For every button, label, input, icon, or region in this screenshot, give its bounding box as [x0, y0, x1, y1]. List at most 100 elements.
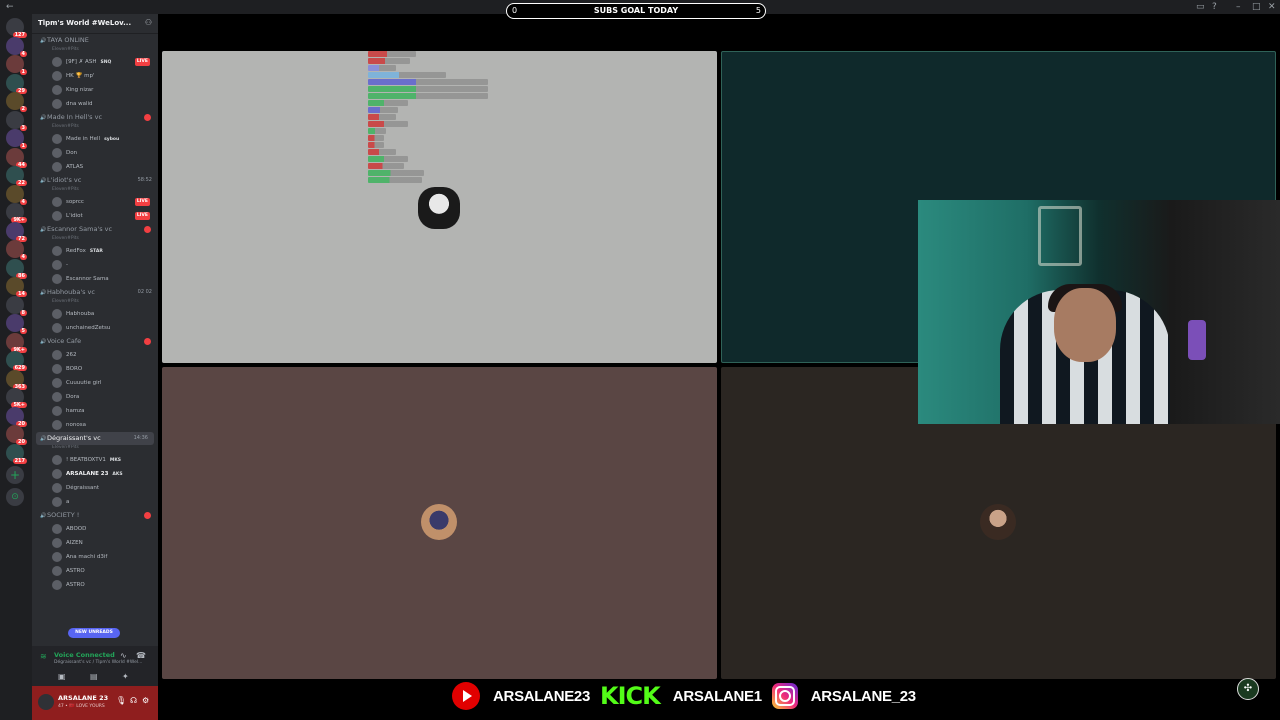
server-icon[interactable]: 9K+ [6, 203, 27, 223]
voice-status[interactable]: Voice Connected [54, 651, 115, 659]
server-icon[interactable]: 1 [6, 55, 27, 75]
voice-channel[interactable]: 🔊Habhouba's vc 02 02 [32, 286, 158, 299]
camera-icon[interactable]: ▣ [58, 672, 66, 681]
youtube-icon [452, 682, 480, 710]
participant-avatar[interactable] [418, 187, 460, 229]
participant-avatar[interactable] [421, 504, 457, 540]
server-icon[interactable]: 127 [6, 18, 27, 38]
noise-suppression-icon[interactable]: ∿ [120, 651, 127, 660]
voice-participant[interactable]: dna walid [32, 97, 158, 111]
server-icon[interactable]: 22 [6, 166, 27, 186]
add-server-icon[interactable]: + [6, 466, 24, 484]
voice-participant[interactable]: RedFox STAR [32, 244, 158, 258]
add-member-icon[interactable]: ⚇ [145, 18, 152, 27]
explore-servers-icon[interactable]: ⊙ [6, 488, 24, 506]
deafen-icon[interactable]: ☊ [130, 696, 137, 705]
new-unreads-pill[interactable]: NEW UNREADS [68, 628, 120, 638]
disconnect-icon[interactable]: ☎ [136, 651, 146, 660]
server-icon[interactable]: 4 [6, 184, 27, 205]
voice-participant[interactable]: ASTRO [32, 578, 158, 592]
server-icon[interactable]: 2 [6, 92, 27, 112]
server-icon[interactable]: 8 [6, 295, 27, 316]
voice-participant[interactable]: BORO [32, 362, 158, 376]
mute-icon[interactable]: 🎙 [116, 696, 126, 705]
server-icon[interactable]: 4 [6, 240, 27, 260]
close-icon[interactable]: ✕ [1268, 2, 1276, 12]
voice-participant[interactable]: nonosa [32, 418, 158, 432]
voice-participant[interactable]: HK 🏆 mp' [32, 69, 158, 83]
server-icon[interactable]: 20 [6, 406, 27, 427]
inbox-icon[interactable]: ▭ [1196, 2, 1205, 12]
server-icon[interactable]: 1 [6, 129, 27, 149]
server-icon[interactable]: 3 [6, 110, 27, 131]
voice-participant[interactable]: ABOOD [32, 522, 158, 536]
voice-participant[interactable]: soprcc LIVE [32, 195, 158, 209]
voice-channel[interactable]: 🔊Dégraissant's vc 14:36 [36, 432, 154, 445]
voice-participant[interactable]: L'idiot LIVE [32, 209, 158, 223]
voice-channel[interactable]: 🔊SOCIETY ! [32, 509, 158, 522]
voice-participant[interactable]: unchainedZetsu [32, 321, 158, 335]
server-icon[interactable]: 629 [6, 351, 27, 371]
voice-participant[interactable]: Ana machi d3if [32, 550, 158, 564]
server-icon[interactable]: 14 [6, 277, 27, 297]
stream-tile-screen-share[interactable] [162, 51, 717, 363]
voice-participant[interactable]: - [32, 258, 158, 272]
server-icon[interactable]: 217 [6, 443, 27, 464]
avatar [52, 483, 62, 493]
server-icon[interactable]: 72 [6, 221, 27, 242]
server-icon[interactable]: 5K+ [6, 388, 27, 408]
avatar [52, 538, 62, 548]
server-icon[interactable]: 86 [6, 258, 27, 279]
back-icon[interactable]: ← [6, 2, 14, 12]
server-icon[interactable]: 5 [6, 314, 27, 334]
avatar [52, 406, 62, 416]
server-icon[interactable]: 9K+ [6, 332, 27, 353]
voice-participant[interactable]: ARSALANE 23 AKS [32, 467, 158, 481]
help-icon[interactable]: ? [1212, 2, 1217, 12]
voice-participant[interactable]: Escannor Sama [32, 272, 158, 286]
maximize-icon[interactable]: □ [1252, 2, 1261, 12]
server-icon[interactable]: 20 [6, 425, 27, 445]
server-icon[interactable]: 29 [6, 73, 27, 94]
screen-share-icon[interactable]: ▤ [90, 672, 98, 681]
live-badge: LIVE [134, 58, 150, 66]
avatar [52, 309, 62, 319]
voice-participant[interactable]: Made in Hell sybou [32, 132, 158, 146]
minimize-icon[interactable]: – [1236, 2, 1241, 12]
voice-participant[interactable]: AIZEN [32, 536, 158, 550]
voice-participant[interactable]: 262 [32, 348, 158, 362]
voice-participant[interactable]: Don [32, 146, 158, 160]
voice-channel[interactable]: 🔊Voice Cafe [32, 335, 158, 348]
participant-avatar[interactable] [980, 504, 1016, 540]
server-icon[interactable]: 363 [6, 369, 27, 390]
voice-participant[interactable]: ! BEATBOXTV1 MKS [32, 453, 158, 467]
stream-tile-participant[interactable] [162, 367, 717, 679]
voice-channel[interactable]: 🔊Made In Hell's vc [32, 111, 158, 124]
chat-message [368, 107, 398, 113]
avatar[interactable] [38, 694, 54, 710]
voice-participant[interactable]: King nizar [32, 83, 158, 97]
voice-participant[interactable]: ASTRO [32, 564, 158, 578]
voice-participant[interactable]: Cuuuutie girl [32, 376, 158, 390]
voice-participant[interactable]: ATLAS [32, 160, 158, 174]
voice-channel[interactable]: 🔊TAYA ONLINE [32, 34, 158, 47]
channel-name: Habhouba's vc [47, 288, 95, 296]
server-icon[interactable]: 44 [6, 147, 27, 168]
participant-name: Cuuuutie girl [66, 380, 102, 386]
voice-participant[interactable]: a [32, 495, 158, 509]
settings-icon[interactable]: ⚙ [142, 696, 149, 705]
signal-icon[interactable]: ≋ [40, 652, 47, 661]
server-icon[interactable]: 4 [6, 36, 27, 57]
voice-participant[interactable]: [9F] ✗ ASH SNQ LIVE [32, 55, 158, 69]
subs-goal-bar: 0 SUBS GOAL TODAY 5 [506, 3, 766, 19]
voice-participant[interactable]: Dora [32, 390, 158, 404]
voice-participant[interactable]: hamza [32, 404, 158, 418]
voice-channel[interactable]: 🔊Escannor Sama's vc [32, 223, 158, 236]
voice-participant[interactable]: Dégraissant [32, 481, 158, 495]
voice-participant[interactable]: Habhouba [32, 307, 158, 321]
avatar [52, 497, 62, 507]
server-header[interactable]: Tlpm's World #WeLov... ⚇ [32, 14, 158, 34]
voice-channel[interactable]: 🔊L'idiot's vc 58:52 [32, 174, 158, 187]
activities-icon[interactable]: ✦ [122, 672, 129, 681]
username[interactable]: ARSALANE 23 [58, 694, 108, 702]
